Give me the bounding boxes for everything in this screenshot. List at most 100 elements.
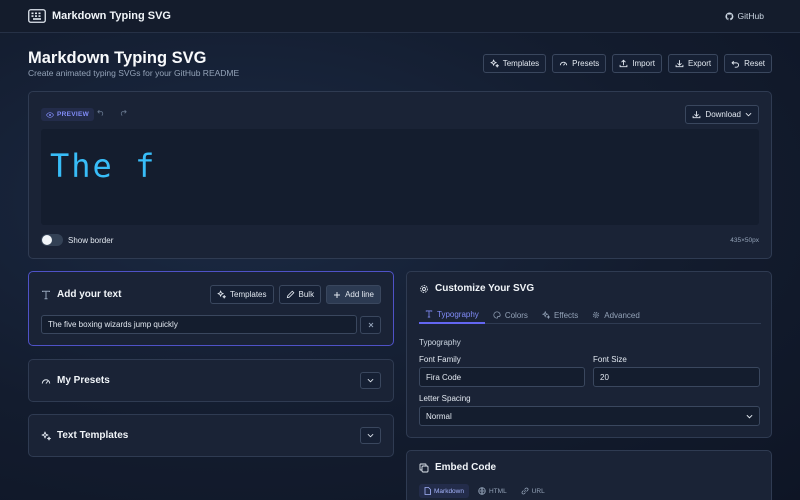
templates-button[interactable]: Templates — [482, 54, 547, 73]
page-title: Markdown Typing SVG — [28, 49, 207, 67]
presets-card[interactable]: My Presets — [28, 359, 394, 402]
add-text-title-label: Add your text — [57, 289, 122, 300]
bulk-button[interactable]: Bulk — [278, 285, 322, 304]
tab-colors[interactable]: Colors — [487, 306, 534, 324]
presets-title-label: My Presets — [57, 375, 110, 386]
font-family-input[interactable]: Fira Code — [419, 367, 585, 387]
import-button[interactable]: Import — [612, 54, 662, 73]
tab-markdown-label: Markdown — [434, 487, 464, 495]
tab-url[interactable]: URL — [516, 484, 550, 498]
letter-spacing-label: Letter Spacing — [419, 394, 471, 403]
tab-html-label: HTML — [488, 487, 507, 495]
import-label: Import — [632, 59, 655, 68]
preview-canvas: The f — [41, 129, 759, 225]
preview-card: PREVIEW Download The f Show border 435×5… — [28, 91, 772, 259]
text-templates-label: Templates — [230, 290, 267, 299]
text-templates-title: Text Templates — [41, 430, 128, 441]
add-line-label: Add line — [345, 290, 374, 299]
chevron-down-icon — [745, 112, 752, 117]
reset-button[interactable]: Reset — [724, 54, 772, 73]
templates-label: Templates — [502, 59, 540, 68]
github-link[interactable]: GitHub — [724, 11, 764, 21]
switch-knob — [42, 235, 52, 245]
templates-expand-button[interactable] — [360, 427, 381, 444]
page-subtitle: Create animated typing SVGs for your Git… — [28, 68, 240, 78]
undo-icon — [97, 109, 105, 116]
sparkles-icon — [217, 290, 227, 299]
embed-title: Embed Code — [419, 462, 496, 473]
tab-html[interactable]: HTML — [473, 484, 512, 498]
tab-advanced[interactable]: Advanced — [586, 306, 646, 324]
presets-title: My Presets — [41, 375, 110, 386]
chevron-down-icon — [367, 378, 374, 383]
customize-tabs: Typography Colors Effects Advanced — [419, 306, 761, 324]
add-text-title: Add your text — [41, 289, 121, 300]
eye-icon — [46, 111, 54, 118]
gear-icon — [592, 311, 600, 319]
letter-spacing-select[interactable]: Normal — [419, 406, 760, 426]
preview-badge: PREVIEW — [41, 108, 95, 121]
customize-card: Customize Your SVG Typography Colors Eff… — [406, 271, 772, 438]
type-icon — [425, 310, 433, 318]
type-icon — [41, 290, 51, 300]
typed-text: The f — [50, 147, 157, 185]
redo-button[interactable] — [119, 109, 127, 116]
redo-icon — [119, 109, 127, 116]
file-icon — [424, 487, 431, 495]
undo-icon — [731, 59, 740, 68]
export-label: Export — [687, 59, 712, 68]
font-size-label: Font Size — [593, 355, 627, 364]
font-family-label: Font Family — [419, 355, 461, 364]
github-icon — [724, 12, 734, 21]
copy-icon — [419, 463, 429, 473]
close-icon — [368, 322, 374, 328]
keyboard-icon — [28, 9, 46, 23]
remove-line-button[interactable] — [360, 316, 381, 334]
embed-title-label: Embed Code — [435, 462, 497, 473]
globe-icon — [478, 487, 486, 495]
download-button[interactable]: Download — [685, 105, 759, 124]
sparkles-icon — [541, 311, 550, 319]
link-icon — [521, 487, 529, 495]
bulk-label: Bulk — [298, 290, 315, 299]
undo-button[interactable] — [97, 109, 105, 116]
border-switch[interactable] — [41, 234, 63, 246]
reset-label: Reset — [744, 59, 765, 68]
preview-badge-label: PREVIEW — [57, 111, 90, 118]
font-size-input[interactable]: 20 — [593, 367, 760, 387]
show-border-label: Show border — [68, 235, 114, 245]
embed-tabs: Markdown HTML URL — [419, 484, 550, 498]
typography-section-label: Typography — [419, 338, 461, 347]
brand[interactable]: Markdown Typing SVG — [28, 9, 171, 23]
presets-button[interactable]: Presets — [552, 54, 607, 73]
top-bar: Markdown Typing SVG GitHub — [0, 0, 800, 33]
letter-spacing-value: Normal — [426, 411, 452, 421]
tab-effects-label: Effects — [553, 310, 579, 320]
tab-colors-label: Colors — [504, 310, 528, 320]
tab-typography[interactable]: Typography — [419, 306, 485, 324]
text-templates-title-label: Text Templates — [57, 430, 129, 441]
customize-title: Customize Your SVG — [419, 283, 534, 294]
gear-icon — [419, 284, 429, 294]
text-line-input[interactable] — [41, 315, 357, 334]
export-button[interactable]: Export — [667, 54, 719, 73]
add-text-card: Add your text Templates Bulk Add line — [28, 271, 394, 346]
tab-markdown[interactable]: Markdown — [419, 484, 469, 498]
text-templates-card[interactable]: Text Templates — [28, 414, 394, 457]
embed-card: Embed Code Markdown HTML URL — [406, 450, 772, 500]
header-actions: Templates Presets Import Export Reset — [482, 54, 772, 73]
show-border-toggle[interactable]: Show border — [41, 234, 113, 246]
text-templates-button[interactable]: Templates — [210, 285, 274, 304]
download-icon — [675, 59, 684, 68]
add-text-actions: Templates Bulk Add line — [210, 285, 381, 304]
chevron-down-icon — [746, 414, 753, 419]
tab-effects[interactable]: Effects — [536, 306, 584, 324]
sparkles-icon — [490, 59, 499, 68]
palette-icon — [493, 311, 501, 319]
sparkles-icon — [41, 431, 51, 441]
add-line-button[interactable]: Add line — [326, 285, 381, 304]
font-size-value: 20 — [600, 372, 609, 382]
presets-expand-button[interactable] — [360, 372, 381, 389]
svg-dimensions: 435×50px — [730, 237, 759, 244]
upload-icon — [619, 59, 628, 68]
